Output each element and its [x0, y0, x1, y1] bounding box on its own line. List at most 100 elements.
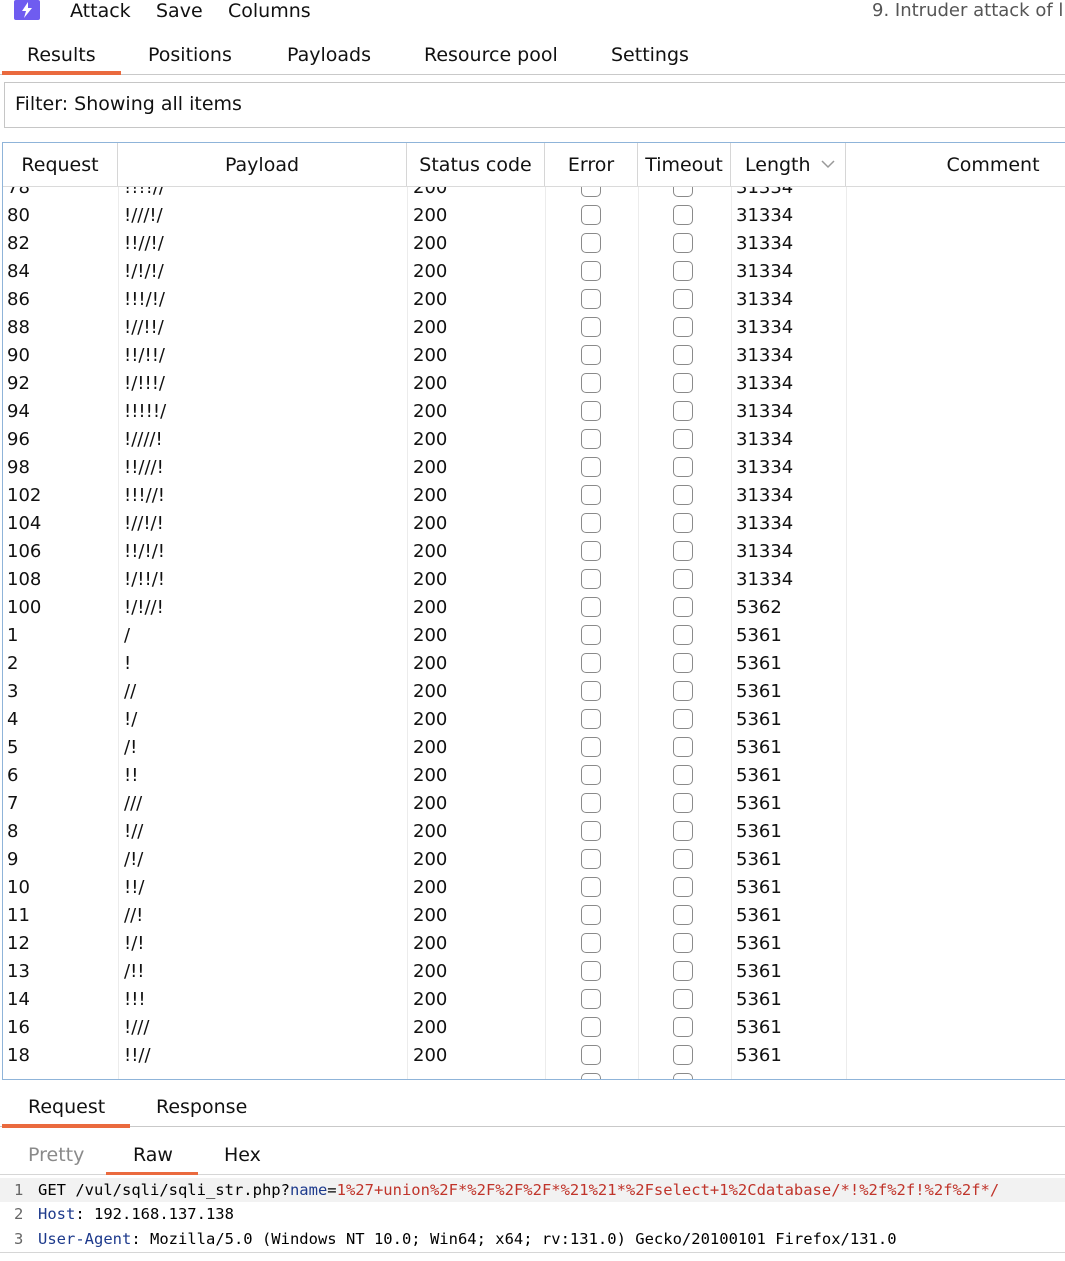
tab-hex[interactable]: Hex: [224, 1144, 261, 1166]
error-checkbox[interactable]: [581, 849, 601, 869]
table-row[interactable]: 100 !/!//! 200 5362: [3, 593, 1065, 621]
error-checkbox[interactable]: [581, 905, 601, 925]
column-header-status-code[interactable]: Status code: [407, 143, 545, 186]
timeout-checkbox[interactable]: [673, 205, 693, 225]
error-checkbox[interactable]: [581, 345, 601, 365]
table-row[interactable]: 3 // 200 5361: [3, 677, 1065, 705]
error-checkbox[interactable]: [581, 485, 601, 505]
timeout-checkbox[interactable]: [673, 457, 693, 477]
tab-raw[interactable]: Raw: [133, 1144, 173, 1166]
filter-bar[interactable]: Filter: Showing all items: [4, 82, 1065, 128]
column-header-length[interactable]: Length: [731, 143, 846, 186]
timeout-checkbox[interactable]: [673, 681, 693, 701]
timeout-checkbox[interactable]: [673, 765, 693, 785]
error-checkbox[interactable]: [581, 187, 601, 197]
timeout-checkbox[interactable]: [673, 905, 693, 925]
table-row[interactable]: 10 !!/ 200 5361: [3, 873, 1065, 901]
column-header-error[interactable]: Error: [545, 143, 638, 186]
column-header-payload[interactable]: Payload: [118, 143, 407, 186]
timeout-checkbox[interactable]: [673, 849, 693, 869]
timeout-checkbox[interactable]: [673, 821, 693, 841]
error-checkbox[interactable]: [581, 793, 601, 813]
timeout-checkbox[interactable]: [673, 373, 693, 393]
error-checkbox[interactable]: [581, 541, 601, 561]
error-checkbox[interactable]: [581, 205, 601, 225]
error-checkbox[interactable]: [581, 709, 601, 729]
error-checkbox[interactable]: [581, 233, 601, 253]
error-checkbox[interactable]: [581, 821, 601, 841]
tab-pretty[interactable]: Pretty: [28, 1144, 84, 1166]
lightning-icon[interactable]: [14, 0, 40, 20]
timeout-checkbox[interactable]: [673, 317, 693, 337]
table-row[interactable]: 102 !!!//! 200 31334: [3, 481, 1065, 509]
timeout-checkbox[interactable]: [673, 653, 693, 673]
timeout-checkbox[interactable]: [673, 625, 693, 645]
table-row[interactable]: 80 !///!/ 200 31334: [3, 201, 1065, 229]
table-row[interactable]: 11 //! 200 5361: [3, 901, 1065, 929]
table-row[interactable]: 9 /!/ 200 5361: [3, 845, 1065, 873]
tab-response[interactable]: Response: [156, 1096, 247, 1118]
error-checkbox[interactable]: [581, 597, 601, 617]
error-checkbox[interactable]: [581, 261, 601, 281]
table-row[interactable]: 84 !/!/!/ 200 31334: [3, 257, 1065, 285]
column-header-comment[interactable]: Comment: [846, 143, 1065, 186]
error-checkbox[interactable]: [581, 429, 601, 449]
timeout-checkbox[interactable]: [673, 569, 693, 589]
column-header-timeout[interactable]: Timeout: [638, 143, 731, 186]
error-checkbox[interactable]: [581, 1017, 601, 1037]
error-checkbox[interactable]: [581, 877, 601, 897]
table-row[interactable]: 94 !!!!!/ 200 31334: [3, 397, 1065, 425]
error-checkbox[interactable]: [581, 961, 601, 981]
table-row[interactable]: 86 !!!/!/ 200 31334: [3, 285, 1065, 313]
timeout-checkbox[interactable]: [673, 1073, 693, 1079]
tab-settings[interactable]: Settings: [611, 44, 689, 66]
table-row[interactable]: 12 !/! 200 5361: [3, 929, 1065, 957]
table-row[interactable]: 16 !/// 200 5361: [3, 1013, 1065, 1041]
error-checkbox[interactable]: [581, 989, 601, 1009]
timeout-checkbox[interactable]: [673, 989, 693, 1009]
error-checkbox[interactable]: [581, 653, 601, 673]
timeout-checkbox[interactable]: [673, 709, 693, 729]
table-row[interactable]: [3, 1069, 1065, 1079]
menu-columns[interactable]: Columns: [228, 0, 311, 22]
error-checkbox[interactable]: [581, 513, 601, 533]
tab-results[interactable]: Results: [27, 44, 96, 66]
table-row[interactable]: 96 !////! 200 31334: [3, 425, 1065, 453]
tab-request[interactable]: Request: [28, 1096, 105, 1118]
timeout-checkbox[interactable]: [673, 541, 693, 561]
timeout-checkbox[interactable]: [673, 1017, 693, 1037]
error-checkbox[interactable]: [581, 373, 601, 393]
table-row[interactable]: 18 !!// 200 5361: [3, 1041, 1065, 1069]
table-row[interactable]: 108 !/!!/! 200 31334: [3, 565, 1065, 593]
menu-save[interactable]: Save: [156, 0, 203, 22]
error-checkbox[interactable]: [581, 457, 601, 477]
table-row[interactable]: 92 !/!!!/ 200 31334: [3, 369, 1065, 397]
table-row[interactable]: 88 !//!!/ 200 31334: [3, 313, 1065, 341]
table-row[interactable]: 13 /!! 200 5361: [3, 957, 1065, 985]
error-checkbox[interactable]: [581, 1073, 601, 1079]
menu-attack[interactable]: Attack: [70, 0, 131, 22]
timeout-checkbox[interactable]: [673, 877, 693, 897]
timeout-checkbox[interactable]: [673, 401, 693, 421]
error-checkbox[interactable]: [581, 569, 601, 589]
timeout-checkbox[interactable]: [673, 597, 693, 617]
timeout-checkbox[interactable]: [673, 513, 693, 533]
table-row[interactable]: 8 !// 200 5361: [3, 817, 1065, 845]
timeout-checkbox[interactable]: [673, 233, 693, 253]
table-row[interactable]: 1 / 200 5361: [3, 621, 1065, 649]
tab-positions[interactable]: Positions: [148, 44, 232, 66]
table-row[interactable]: 106 !!/!/! 200 31334: [3, 537, 1065, 565]
error-checkbox[interactable]: [581, 681, 601, 701]
table-row[interactable]: 4 !/ 200 5361: [3, 705, 1065, 733]
error-checkbox[interactable]: [581, 737, 601, 757]
timeout-checkbox[interactable]: [673, 933, 693, 953]
table-row[interactable]: 98 !!///! 200 31334: [3, 453, 1065, 481]
request-editor[interactable]: 1 GET /vul/sqli/sqli_str.php?name=1%27+u…: [0, 1178, 1065, 1253]
timeout-checkbox[interactable]: [673, 345, 693, 365]
table-row[interactable]: 14!!! 200 5361: [3, 985, 1065, 1013]
timeout-checkbox[interactable]: [673, 429, 693, 449]
error-checkbox[interactable]: [581, 1045, 601, 1065]
error-checkbox[interactable]: [581, 401, 601, 421]
timeout-checkbox[interactable]: [673, 1045, 693, 1065]
table-row[interactable]: 2! 200 5361: [3, 649, 1065, 677]
